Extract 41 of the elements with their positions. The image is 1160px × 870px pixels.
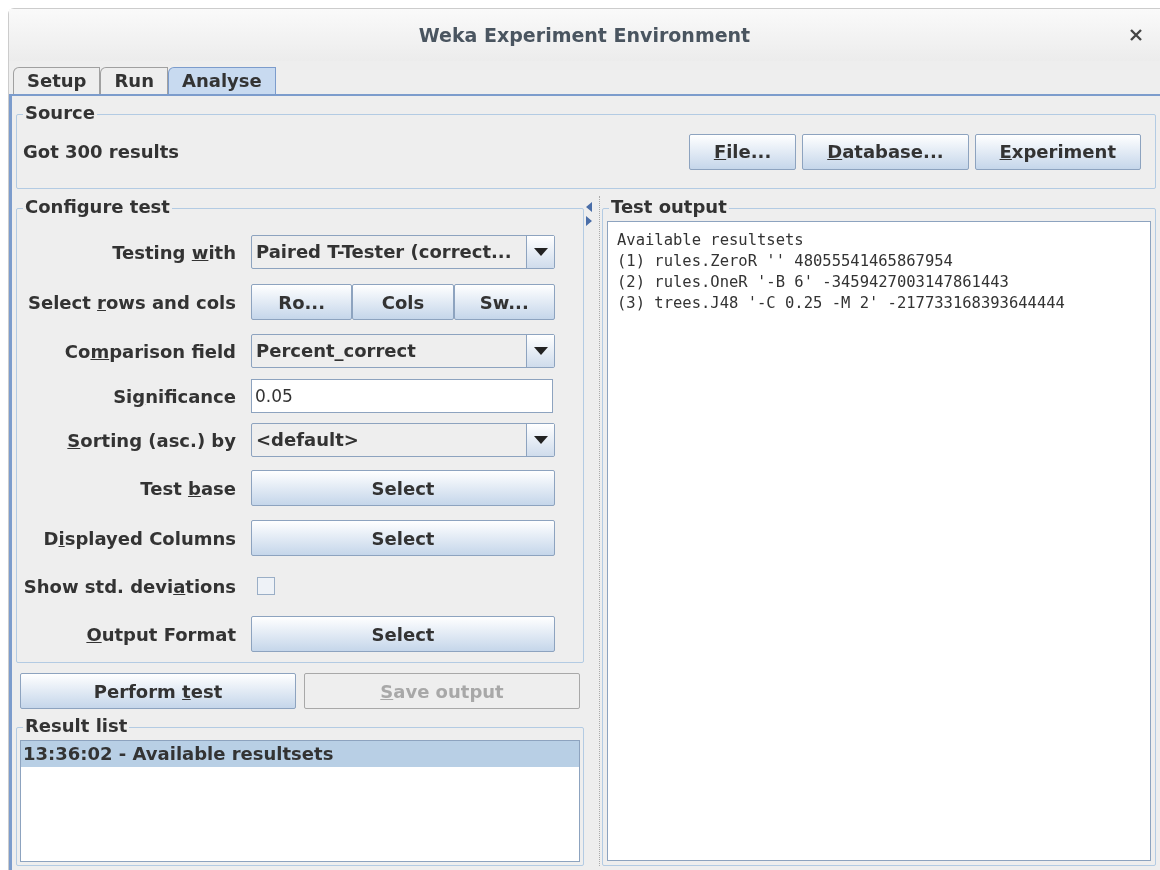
field-label: Displayed Columns: [42, 526, 237, 551]
field-label: Testing with: [111, 240, 237, 265]
significance-field[interactable]: 0.05: [251, 379, 553, 413]
toolbar-button[interactable]: Ro...: [251, 284, 353, 320]
select-button[interactable]: Select: [251, 470, 555, 506]
select-button[interactable]: Select: [251, 520, 555, 556]
dropdown[interactable]: Paired T-Tester (correct...: [251, 235, 555, 269]
output-line: (3) trees.J48 '-C 0.25 -M 2' -217733168393644444: [617, 293, 1066, 314]
toolbar-button[interactable]: Cols: [352, 284, 454, 320]
select-button[interactable]: Select: [251, 616, 555, 652]
tab[interactable]: Setup: [13, 67, 101, 94]
dropdown-arrow-icon: [533, 248, 548, 256]
field-label: Test base: [139, 476, 237, 501]
checkbox[interactable]: [257, 577, 275, 595]
source-button[interactable]: Experiment: [974, 133, 1141, 170]
panel-title: Test output: [609, 197, 729, 217]
field-label: Output Format: [85, 622, 237, 647]
source-button[interactable]: File...: [688, 133, 797, 170]
toolbar-button[interactable]: Sw...: [453, 284, 555, 320]
status-text: Got 300 results: [23, 140, 179, 164]
field-label: Sorting (asc.) by: [66, 428, 237, 453]
tab[interactable]: Run: [100, 67, 168, 94]
window-title: Weka Experiment Environment: [418, 22, 751, 48]
action-button[interactable]: Perform test: [20, 673, 296, 709]
field-label: Comparison field: [63, 339, 237, 364]
panel-title: Configure test: [23, 197, 172, 217]
output-line: Available resultsets: [617, 230, 805, 251]
close-icon[interactable]: [1130, 29, 1142, 41]
field-label: Select rows and cols: [27, 290, 237, 315]
result-item[interactable]: 13:36:02 - Available resultsets: [21, 741, 579, 767]
field-label: Show std. deviations: [22, 574, 237, 599]
dropdown[interactable]: <default>: [251, 423, 555, 457]
tab[interactable]: Analyse: [168, 67, 276, 94]
collapse-arrows-icon[interactable]: [586, 202, 592, 228]
output-line: (2) rules.OneR '-B 6' -3459427003147861443: [617, 272, 1010, 293]
dropdown[interactable]: Percent_correct: [251, 334, 555, 368]
output-line: (1) rules.ZeroR '' 48055541465867954: [617, 251, 954, 272]
dropdown-arrow-icon: [533, 347, 548, 355]
field-label: Significance: [112, 384, 237, 409]
source-button[interactable]: Database...: [802, 133, 969, 170]
dropdown-arrow-icon: [533, 436, 548, 444]
